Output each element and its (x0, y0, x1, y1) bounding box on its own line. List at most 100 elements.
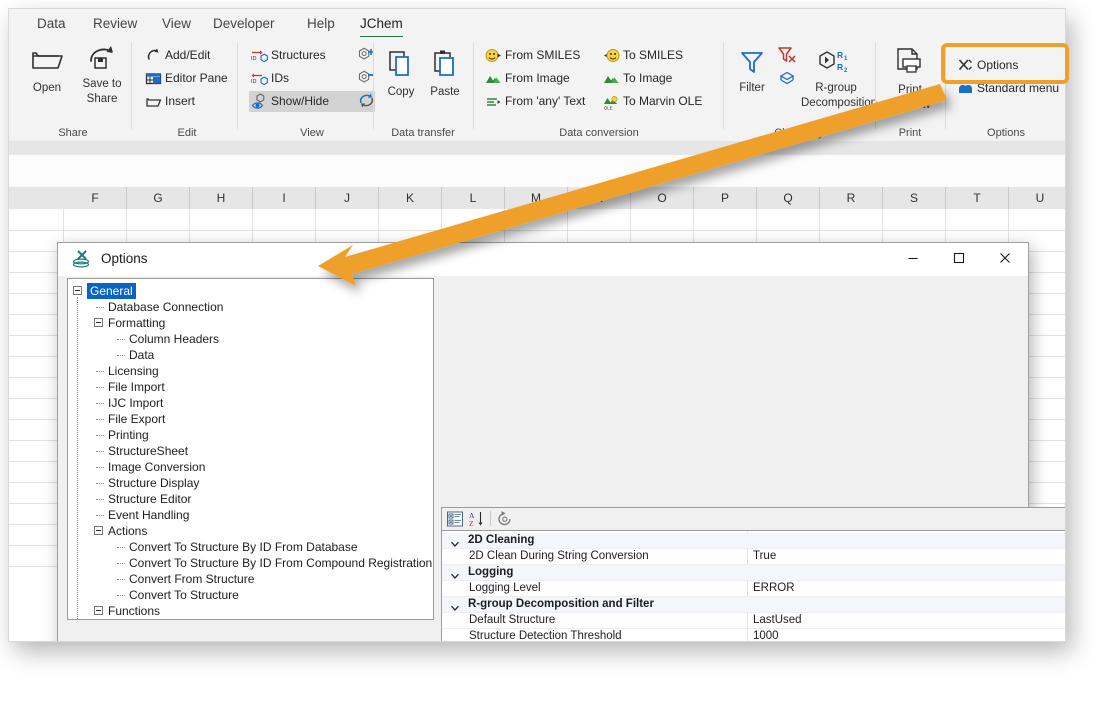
tree-item-event-handling[interactable]: Event Handling (108, 507, 189, 523)
tree-item-jcstandardizestructure[interactable]: JCStandardizeStructure (129, 619, 256, 620)
tree-item-data[interactable]: Data (129, 347, 154, 363)
tree-expander-minus[interactable] (94, 526, 103, 535)
column-header-I[interactable]: I (253, 187, 316, 209)
remove-structure-icon-button[interactable] (357, 68, 377, 88)
property-row[interactable]: Logging LevelERROR (442, 581, 1066, 597)
tree-item-convert-to-structure-by-id-from-compound-registration[interactable]: Convert To Structure By ID From Compound… (129, 555, 432, 571)
property-row[interactable]: Default StructureLastUsed (442, 613, 1066, 629)
tree-item-formatting[interactable]: Formatting (108, 315, 165, 331)
tree-item-column-headers[interactable]: Column Headers (129, 331, 219, 347)
open-button[interactable]: Open (21, 45, 73, 95)
from-smiles-button[interactable]: From SMILES (483, 45, 580, 66)
print-preview-button[interactable]: Print Preview (881, 47, 939, 111)
options-category-tree[interactable]: GeneralDatabase ConnectionFormattingColu… (67, 278, 434, 620)
formula-bar-strip[interactable] (9, 141, 1065, 156)
tree-item-database-connection[interactable]: Database Connection (108, 299, 223, 315)
svg-text:R: R (837, 62, 843, 72)
tree-expander-minus[interactable] (73, 286, 82, 295)
tree-item-convert-to-structure[interactable]: Convert To Structure (129, 587, 239, 603)
column-header-S[interactable]: S (883, 187, 946, 209)
tree-item-image-conversion[interactable]: Image Conversion (108, 459, 205, 475)
tree-item-structure-editor[interactable]: Structure Editor (108, 491, 191, 507)
column-header-G[interactable]: G (127, 187, 190, 209)
to-image-button[interactable]: To Image (601, 68, 672, 89)
chevron-down-icon[interactable] (450, 568, 460, 578)
column-header-K[interactable]: K (379, 187, 442, 209)
column-header-L[interactable]: L (442, 187, 505, 209)
from-image-button[interactable]: From Image (483, 68, 570, 89)
refresh-structure-icon-button[interactable] (357, 91, 377, 111)
tree-expander-minus[interactable] (94, 318, 103, 327)
svg-text:ID: ID (251, 79, 257, 85)
column-header-T[interactable]: T (946, 187, 1009, 209)
column-header-Q[interactable]: Q (757, 187, 820, 209)
column-header-U[interactable]: U (1009, 187, 1066, 209)
ids-button[interactable]: ID IDs (249, 68, 289, 89)
property-category-row[interactable]: R-group Decomposition and Filter (442, 597, 1066, 613)
save-to-share-button[interactable]: Save to Share (73, 43, 131, 105)
tree-item-ijc-import[interactable]: IJC Import (108, 395, 163, 411)
tab-review[interactable]: Review (87, 13, 143, 35)
tree-item-file-import[interactable]: File Import (108, 379, 165, 395)
property-value[interactable]: ERROR (753, 582, 795, 594)
categorized-view-button[interactable] (446, 510, 464, 528)
property-category-row[interactable]: 2D Cleaning (442, 533, 1066, 549)
tree-item-structuresheet[interactable]: StructureSheet (108, 443, 188, 459)
group-label-print: Print (877, 127, 943, 139)
property-category-row[interactable]: Logging (442, 565, 1066, 581)
add-structure-icon-button[interactable] (357, 45, 377, 65)
chevron-down-icon[interactable] (450, 536, 460, 546)
rgroup-decomposition-button[interactable]: R 1 R 2 R-group Decomposition (801, 47, 871, 109)
dialog-title-bar[interactable]: Options (58, 243, 1028, 276)
property-value[interactable]: True (753, 550, 776, 562)
tab-developer[interactable]: Developer (207, 13, 281, 35)
alphabetical-sort-button[interactable]: A Z (468, 510, 486, 528)
column-header-O[interactable]: O (631, 187, 694, 209)
structures-button[interactable]: ID Structures (249, 45, 326, 66)
tree-item-licensing[interactable]: Licensing (108, 363, 159, 379)
chevron-down-icon[interactable] (450, 600, 460, 610)
column-header-H[interactable]: H (190, 187, 253, 209)
tab-jchem[interactable]: JChem (354, 13, 409, 35)
property-rows-container[interactable]: 2D Cleaning2D Clean During String Conver… (441, 530, 1066, 642)
tree-expander-minus[interactable] (94, 606, 103, 615)
insert-button[interactable]: Insert (143, 91, 195, 112)
name-box-strip[interactable] (9, 155, 1065, 188)
tree-item-convert-to-structure-by-id-from-database[interactable]: Convert To Structure By ID From Database (129, 539, 358, 555)
tab-view[interactable]: View (156, 13, 197, 35)
column-header-M[interactable]: M (505, 187, 568, 209)
tree-item-file-export[interactable]: File Export (108, 411, 165, 427)
clear-filter-button[interactable] (777, 45, 797, 65)
editor-pane-button[interactable]: Editor Pane (143, 68, 228, 89)
tab-data[interactable]: Data (31, 13, 72, 35)
tree-item-convert-from-structure[interactable]: Convert From Structure (129, 571, 254, 587)
maximize-button[interactable] (936, 243, 982, 273)
property-value[interactable]: LastUsed (753, 614, 802, 626)
to-marvin-ole-button[interactable]: OLE To Marvin OLE (601, 91, 702, 112)
close-button[interactable] (982, 243, 1028, 273)
tree-item-general[interactable]: General (87, 283, 136, 299)
tree-item-functions[interactable]: Functions (108, 603, 160, 619)
property-row[interactable]: Structure Detection Threshold1000 (442, 629, 1066, 642)
property-value[interactable]: 1000 (753, 630, 779, 642)
column-header-P[interactable]: P (694, 187, 757, 209)
tree-item-actions[interactable]: Actions (108, 523, 147, 539)
reset-button[interactable] (496, 510, 514, 528)
from-any-text-button[interactable]: From 'any' Text (483, 91, 585, 112)
to-smiles-button[interactable]: To SMILES (601, 45, 683, 66)
column-header-R[interactable]: R (820, 187, 883, 209)
paste-button[interactable]: Paste (423, 49, 467, 99)
from-any-text-label: From 'any' Text (505, 94, 585, 108)
tab-help[interactable]: Help (301, 13, 341, 35)
copy-button[interactable]: Copy (379, 49, 423, 99)
add-edit-button[interactable]: Add/Edit (143, 45, 210, 66)
column-header-F[interactable]: F (64, 187, 127, 209)
column-header-N[interactable]: N (568, 187, 631, 209)
structure-search-button[interactable] (777, 69, 797, 89)
tree-item-structure-display[interactable]: Structure Display (108, 475, 199, 491)
tree-item-printing[interactable]: Printing (108, 427, 149, 443)
column-header-J[interactable]: J (316, 187, 379, 209)
property-row[interactable]: 2D Clean During String ConversionTrue (442, 549, 1066, 565)
minimize-button[interactable] (890, 243, 936, 273)
filter-button[interactable]: Filter (729, 49, 775, 95)
